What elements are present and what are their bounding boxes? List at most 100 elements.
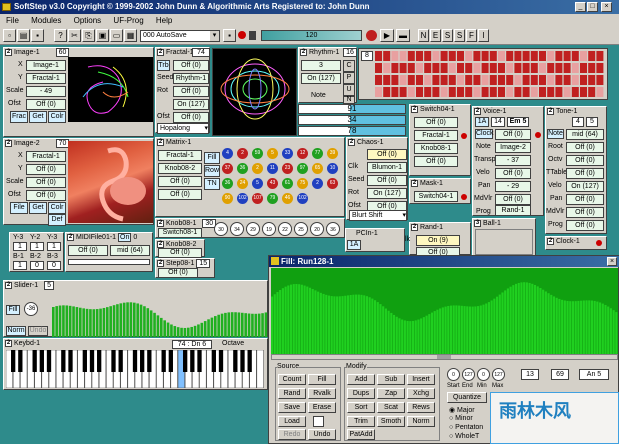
black-key[interactable] <box>132 350 138 372</box>
rhythm-cell[interactable] <box>481 63 489 73</box>
window-icon[interactable]: ▭ <box>110 29 123 42</box>
rhythm-cell[interactable] <box>424 75 432 85</box>
rhythm-cell[interactable] <box>465 63 473 73</box>
fill-bar[interactable] <box>542 289 545 354</box>
fill-bar[interactable] <box>374 300 377 354</box>
fill-bar[interactable] <box>460 305 463 354</box>
rhythm-cell[interactable] <box>424 63 432 73</box>
slider-bar[interactable] <box>183 327 187 337</box>
fill-bar[interactable] <box>379 304 382 354</box>
redo-button[interactable]: Redo <box>278 429 306 440</box>
fill-bar[interactable] <box>319 292 322 354</box>
matrix-ball[interactable]: 33 <box>282 148 293 159</box>
voice-note-field[interactable]: Image-2 <box>495 142 531 153</box>
rhythm-cell[interactable] <box>555 75 563 85</box>
toolbar-letter-f[interactable]: F <box>466 29 477 42</box>
fill-bar[interactable] <box>279 289 282 354</box>
rhythm-cell[interactable] <box>596 87 604 97</box>
matrix-ball[interactable]: 2 <box>312 178 323 189</box>
fill-bar[interactable] <box>561 299 564 354</box>
fill-bar[interactable] <box>306 286 309 354</box>
slider-bar[interactable] <box>264 312 268 337</box>
rhythm-cell[interactable] <box>489 51 497 61</box>
pcin-channel[interactable]: 1A <box>347 240 361 250</box>
rhythm-cell[interactable] <box>399 63 407 73</box>
black-key[interactable] <box>46 350 52 372</box>
fill-bar[interactable] <box>352 294 355 354</box>
fill-bar[interactable] <box>615 312 618 354</box>
rhythm-cell[interactable] <box>375 63 382 73</box>
colr-button[interactable]: Colr <box>48 111 66 123</box>
slider-bar[interactable] <box>55 306 58 337</box>
toolbar-letter-e[interactable]: E <box>430 29 441 42</box>
slider-bar[interactable] <box>180 327 183 337</box>
fill-bar[interactable] <box>433 311 436 354</box>
step-icon[interactable]: ▪ <box>223 29 236 42</box>
rhythm-cell[interactable] <box>514 75 522 85</box>
black-key[interactable] <box>11 350 16 372</box>
rhythm-cell[interactable] <box>457 75 464 85</box>
slider-bar[interactable] <box>109 306 112 337</box>
rhythm-cell[interactable] <box>555 87 563 97</box>
rhythm-cell[interactable] <box>539 63 546 73</box>
fill-bar[interactable] <box>566 300 569 354</box>
fill-bar[interactable] <box>406 320 409 354</box>
rhythm-cell[interactable] <box>416 63 423 73</box>
slider-bar[interactable] <box>119 303 123 337</box>
matrix-ball[interactable]: 97 <box>297 163 308 174</box>
ygrid-val-2[interactable]: 1 <box>30 242 44 251</box>
slider-bar[interactable] <box>149 310 153 337</box>
rhythm-cell[interactable] <box>448 87 456 97</box>
fractal-field-4[interactable]: On (127) <box>173 99 209 110</box>
slider-bar[interactable] <box>146 308 150 337</box>
rhythm-cell[interactable] <box>547 51 555 61</box>
fill-bar[interactable] <box>409 321 412 354</box>
rhythm-cell[interactable] <box>498 63 505 73</box>
fill-bar[interactable] <box>303 285 306 354</box>
fill-bar[interactable] <box>425 315 428 354</box>
fill-bar[interactable] <box>436 309 439 354</box>
fill-bar[interactable] <box>417 319 420 354</box>
menu-help[interactable]: Help <box>156 16 172 25</box>
black-key[interactable] <box>118 350 123 372</box>
rhythm-cell[interactable] <box>539 75 546 85</box>
slider-bar[interactable] <box>160 317 163 337</box>
voice-pan-field[interactable]: - 29 <box>495 181 531 192</box>
rhythm-cell[interactable] <box>539 87 546 97</box>
slider-bar[interactable] <box>72 306 75 337</box>
fill-bar[interactable] <box>403 320 406 354</box>
fill-bar[interactable] <box>441 307 444 354</box>
rhythm-cell[interactable] <box>547 75 555 85</box>
rhythm-cell[interactable] <box>473 63 481 73</box>
rhythm-cell[interactable] <box>432 87 440 97</box>
rhythm-cell[interactable] <box>571 63 579 73</box>
slider-bar[interactable] <box>52 307 55 337</box>
quantize-radio[interactable]: ○ Minor <box>449 415 473 422</box>
black-key[interactable] <box>61 350 66 372</box>
fractal-seed-field[interactable]: Rhythm-1 <box>173 73 209 84</box>
load-button[interactable]: Load <box>278 416 306 427</box>
dups-button[interactable]: Dups <box>347 388 375 399</box>
scroll-thumb[interactable] <box>437 355 451 359</box>
fill-bar[interactable] <box>322 293 325 354</box>
counter-1[interactable]: 91 <box>298 104 406 114</box>
ball-area[interactable] <box>475 229 533 255</box>
rhythm-cell[interactable] <box>473 75 481 85</box>
save-disk-icon[interactable]: ▪ <box>31 29 44 42</box>
rhythm-cell[interactable] <box>465 51 473 61</box>
knob2-field[interactable]: Off (0) <box>158 248 202 258</box>
fill-bar[interactable] <box>577 300 580 354</box>
rhythm-cell[interactable] <box>580 51 587 61</box>
slider-bar[interactable] <box>241 312 244 337</box>
chaos-field-4[interactable]: On (127) <box>367 188 407 199</box>
rhythm-cell[interactable] <box>473 51 481 61</box>
knob[interactable]: 25 <box>294 222 308 236</box>
voice-scale[interactable]: Em 5 <box>507 117 529 127</box>
chaos-rot-field[interactable]: Off (0) <box>367 175 407 186</box>
rhythm-cell[interactable] <box>416 75 423 85</box>
trim-button[interactable]: Trim <box>347 416 375 427</box>
matrix-row-3[interactable]: Off (0) <box>158 176 202 187</box>
norm-fill-button[interactable]: Norm <box>407 416 435 427</box>
sub-button[interactable]: Sub <box>377 374 405 385</box>
slider-bar[interactable] <box>224 312 227 337</box>
